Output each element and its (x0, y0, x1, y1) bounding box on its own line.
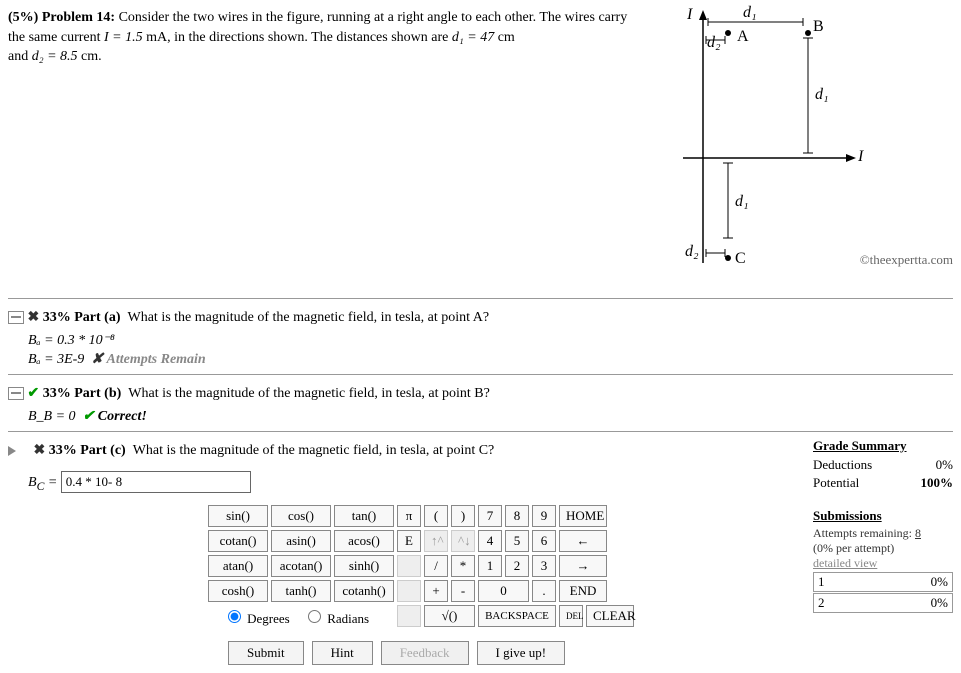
nav-left[interactable]: ← (559, 530, 607, 552)
fn-tanh[interactable]: tanh() (271, 580, 331, 602)
fn-cos[interactable]: cos() (271, 505, 331, 527)
grade-summary-title: Grade Summary (813, 438, 953, 454)
nav-end[interactable]: END (559, 580, 607, 602)
fn-acos[interactable]: acos() (334, 530, 394, 552)
collapse-icon[interactable] (8, 311, 24, 324)
feedback-button: Feedback (381, 641, 469, 665)
num-6[interactable]: 6 (532, 530, 556, 552)
blank (397, 580, 421, 602)
nav-home[interactable]: HOME (559, 505, 607, 527)
sym-div[interactable]: / (424, 555, 448, 577)
nav-right[interactable]: → (559, 555, 607, 577)
num-3[interactable]: 3 (532, 555, 556, 577)
submission-row: 2 0% (813, 593, 953, 613)
fn-cosh[interactable]: cosh() (208, 580, 268, 602)
sym-plus[interactable]: + (424, 580, 448, 602)
num-7[interactable]: 7 (478, 505, 502, 527)
nav-del[interactable]: DEL (559, 605, 583, 627)
x-icon: ✘ (91, 352, 103, 367)
sym-pi[interactable]: π (397, 505, 421, 527)
submit-button[interactable]: Submit (228, 641, 304, 665)
check-icon: ✔ (28, 386, 40, 401)
fn-tan[interactable]: tan() (334, 505, 394, 527)
answer-variable: BC = (28, 475, 61, 490)
collapse-icon[interactable] (8, 387, 24, 400)
fn-cotan[interactable]: cotan() (208, 530, 268, 552)
keypad: sin() cos() tan() π ( ) 7 8 9 HOME cotan… (208, 505, 793, 627)
num-9[interactable]: 9 (532, 505, 556, 527)
fn-sin[interactable]: sin() (208, 505, 268, 527)
fn-sinh[interactable]: sinh() (334, 555, 394, 577)
num-1[interactable]: 1 (478, 555, 502, 577)
sym-sqrt[interactable]: √() (424, 605, 475, 627)
expand-icon[interactable] (8, 446, 30, 456)
status-x-icon: ✖ (34, 443, 46, 458)
part-b-answer: B_B = 0 ✔ Correct! (28, 408, 953, 425)
part-b-header: ✔ 33% Part (b) What is the magnitude of … (8, 381, 953, 406)
sym-E[interactable]: E (397, 530, 421, 552)
sym-dot[interactable]: . (532, 580, 556, 602)
grade-sidebar: Grade Summary Deductions 0% Potential 10… (813, 438, 953, 613)
sym-sup: ↑^ (424, 530, 448, 552)
sym-mul[interactable]: * (451, 555, 475, 577)
giveup-button[interactable]: I give up! (477, 641, 566, 665)
sym-rparen[interactable]: ) (451, 505, 475, 527)
status-x-icon: ✖ (28, 310, 40, 325)
check-icon: ✔ (83, 409, 95, 424)
num-8[interactable]: 8 (505, 505, 529, 527)
answer-input[interactable] (61, 471, 251, 493)
radians-radio[interactable]: Radians (303, 611, 369, 626)
copyright-label: ©theexpertta.com (860, 252, 953, 268)
num-4[interactable]: 4 (478, 530, 502, 552)
fn-asin[interactable]: asin() (271, 530, 331, 552)
num-0[interactable]: 0 (478, 580, 529, 602)
num-5[interactable]: 5 (505, 530, 529, 552)
nav-backspace[interactable]: BACKSPACE (478, 605, 556, 627)
problem-statement: (5%) Problem 14: Consider the two wires … (8, 8, 633, 288)
blank (397, 605, 421, 627)
submission-row: 1 0% (813, 572, 953, 592)
detailed-view-link[interactable]: detailed view (813, 556, 953, 571)
fn-cotanh[interactable]: cotanh() (334, 580, 394, 602)
sym-minus[interactable]: - (451, 580, 475, 602)
problem-figure: I d₁ B A d₂ d₁ I d₁ d₂ C ©theexpertta.co… (653, 8, 953, 288)
submissions-title: Submissions (813, 508, 953, 524)
num-2[interactable]: 2 (505, 555, 529, 577)
part-a-header: ✖ 33% Part (a) What is the magnitude of … (8, 305, 953, 330)
part-a-answer-2: Bₐ = 3E-9 ✘ ✘ Attempts Remain Attempts R… (28, 351, 953, 368)
sym-lparen[interactable]: ( (424, 505, 448, 527)
hint-button[interactable]: Hint (312, 641, 373, 665)
degrees-radio[interactable]: Degrees (223, 611, 290, 626)
problem-label: (5%) Problem 14: (8, 10, 115, 25)
fn-acotan[interactable]: acotan() (271, 555, 331, 577)
fn-atan[interactable]: atan() (208, 555, 268, 577)
sym-sub: ^↓ (451, 530, 475, 552)
blank (397, 555, 421, 577)
part-c-header: ✖ 33% Part (c) What is the magnitude of … (8, 438, 793, 463)
nav-clear[interactable]: CLEAR (586, 605, 634, 627)
part-a-answer-1: Bₐ = 0.3 * 10⁻⁸ (28, 332, 953, 349)
